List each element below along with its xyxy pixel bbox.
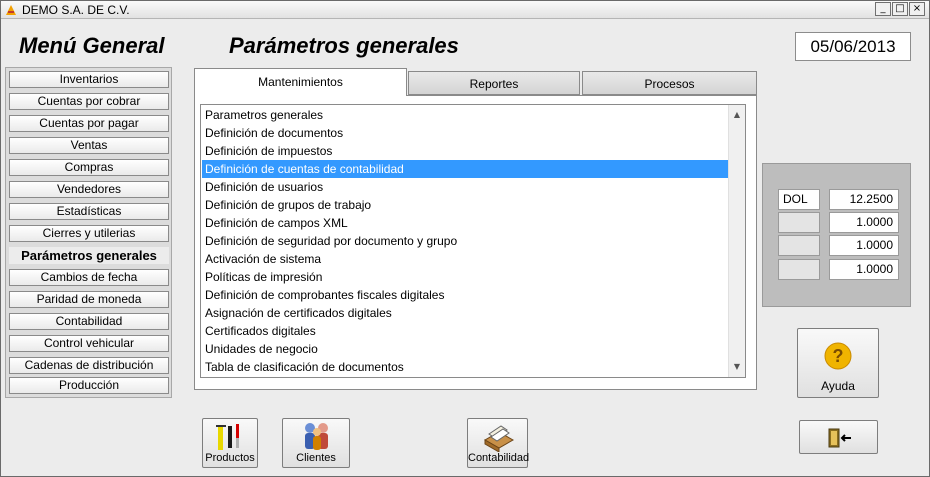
clientes-button[interactable]: Clientes <box>282 418 350 468</box>
productos-button-label: Productos <box>205 452 255 464</box>
list-item[interactable]: Activación de sistema <box>202 250 728 268</box>
rate-code-field[interactable] <box>778 235 820 256</box>
sidebar-menu: Inventarios Cuentas por cobrar Cuentas p… <box>5 67 172 398</box>
date-display: 05/06/2013 <box>795 32 911 61</box>
sidebar-item-inventarios[interactable]: Inventarios <box>9 71 169 88</box>
list-item[interactable]: Definición de comprobantes fiscales digi… <box>202 286 728 304</box>
maximize-button[interactable]: □ <box>892 2 908 16</box>
list-item[interactable]: Certificados digitales <box>202 322 728 340</box>
exchange-rates-panel: DOL 12.2500 1.0000 1.0000 1.0000 <box>762 163 911 307</box>
rate-code-field[interactable] <box>778 212 820 233</box>
rate-code-field[interactable] <box>778 259 820 280</box>
rate-value-field[interactable]: 1.0000 <box>829 235 899 256</box>
sidebar-item-paridad-de-moneda[interactable]: Paridad de moneda <box>9 291 169 308</box>
help-question-icon: ? <box>824 342 852 370</box>
title-bar[interactable]: DEMO S.A. DE C.V. _ □ × <box>1 1 929 19</box>
exit-button[interactable] <box>799 420 878 454</box>
rate-code-field[interactable]: DOL <box>778 189 820 210</box>
list-item[interactable]: Unidades de negocio <box>202 340 728 358</box>
list-item[interactable]: Definición de grupos de trabajo <box>202 196 728 214</box>
sidebar-item-compras[interactable]: Compras <box>9 159 169 176</box>
list-item-selected[interactable]: Definición de cuentas de contabilidad <box>202 160 728 178</box>
tab-reportes[interactable]: Reportes <box>408 71 580 95</box>
sidebar-item-cierres-y-utilerias[interactable]: Cierres y utilerias <box>9 225 169 242</box>
sidebar-item-control-vehicular[interactable]: Control vehicular <box>9 335 169 352</box>
products-tools-icon <box>216 424 239 450</box>
sidebar-item-produccion[interactable]: Producción <box>9 377 169 394</box>
list-item[interactable]: Definición de campos XML <box>202 214 728 232</box>
sidebar-item-ventas[interactable]: Ventas <box>9 137 169 154</box>
sidebar-item-estadisticas[interactable]: Estadísticas <box>9 203 169 220</box>
app-logo-icon <box>6 5 16 15</box>
rate-value-field[interactable]: 12.2500 <box>829 189 899 210</box>
sidebar-item-cuentas-por-cobrar[interactable]: Cuentas por cobrar <box>9 93 169 110</box>
list-scrollbar[interactable]: ▲ ▼ <box>728 105 745 377</box>
list-item[interactable]: Definición de seguridad por documento y … <box>202 232 728 250</box>
rate-value-field[interactable]: 1.0000 <box>829 212 899 233</box>
window-title: DEMO S.A. DE C.V. <box>22 3 130 17</box>
scroll-down-arrow-icon[interactable]: ▼ <box>729 359 745 375</box>
help-button[interactable]: ? Ayuda <box>797 328 879 398</box>
productos-button[interactable]: Productos <box>202 418 258 468</box>
list-item[interactable]: Definición de impuestos <box>202 142 728 160</box>
exit-door-icon <box>828 428 851 448</box>
sidebar-item-parametros-generales[interactable]: Parámetros generales <box>9 247 169 264</box>
menu-title: Menú General <box>19 33 165 58</box>
list-item[interactable]: Asignación de certificados digitales <box>202 304 728 322</box>
clients-people-icon <box>305 423 328 450</box>
minimize-button[interactable]: _ <box>875 2 891 16</box>
clientes-button-label: Clientes <box>296 452 336 464</box>
main-window: DEMO S.A. DE C.V. _ □ × Menú General Par… <box>0 0 930 477</box>
close-button[interactable]: × <box>909 2 925 16</box>
contabilidad-button[interactable]: Contabilidad <box>467 418 530 468</box>
list-item[interactable]: Políticas de impresión <box>202 268 728 286</box>
sidebar-item-vendedores[interactable]: Vendedores <box>9 181 169 198</box>
sidebar-item-contabilidad[interactable]: Contabilidad <box>9 313 169 330</box>
contabilidad-button-label: Contabilidad <box>468 452 530 464</box>
tab-procesos[interactable]: Procesos <box>582 71 757 95</box>
list-item[interactable]: Definición de usuarios <box>202 178 728 196</box>
list-item[interactable]: Definición de documentos <box>202 124 728 142</box>
rate-value-field[interactable]: 1.0000 <box>829 259 899 280</box>
svg-text:?: ? <box>833 346 844 366</box>
maintenance-list[interactable]: Parametros generales Definición de docum… <box>200 104 746 378</box>
sidebar-item-cambios-de-fecha[interactable]: Cambios de fecha <box>9 269 169 286</box>
list-item[interactable]: Tabla de clasificación de documentos <box>202 358 728 376</box>
list-item[interactable]: Parametros generales <box>202 106 728 124</box>
accounting-files-icon <box>483 425 515 452</box>
tab-mantenimientos[interactable]: Mantenimientos <box>194 68 407 96</box>
sidebar-item-cadenas-de-distribucion[interactable]: Cadenas de distribución <box>9 357 169 374</box>
sidebar-item-cuentas-por-pagar[interactable]: Cuentas por pagar <box>9 115 169 132</box>
scroll-up-arrow-icon[interactable]: ▲ <box>729 107 745 123</box>
help-button-label: Ayuda <box>821 379 855 393</box>
page-title: Parámetros generales <box>229 33 459 58</box>
